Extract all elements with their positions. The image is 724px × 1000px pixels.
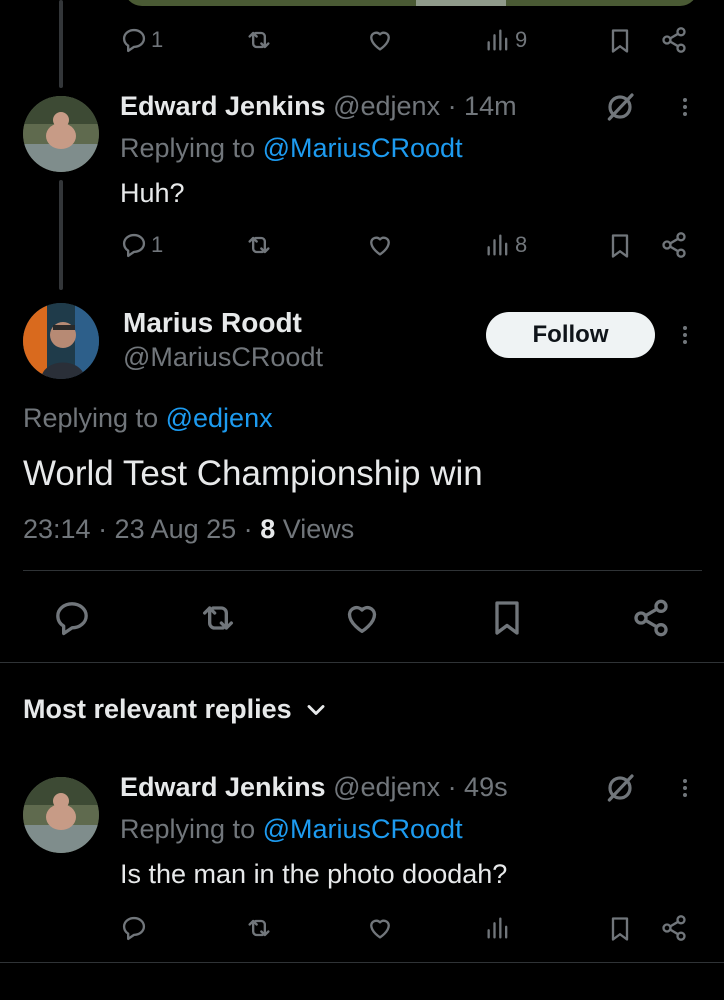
share-button[interactable]	[660, 914, 688, 942]
bookmark-button[interactable]	[606, 914, 634, 944]
retweet-icon	[203, 606, 233, 630]
more-button[interactable]	[683, 323, 687, 347]
grok-icon	[607, 93, 634, 121]
replies-sort-dropdown[interactable]: Most relevant replies	[23, 694, 330, 725]
author-name[interactable]: Edward Jenkins	[120, 772, 326, 802]
share-button[interactable]	[660, 26, 688, 54]
grok-icon	[607, 774, 634, 802]
bookmark-button[interactable]	[606, 231, 634, 261]
like-button[interactable]	[342, 598, 382, 638]
media-image-bottom[interactable]	[124, 0, 698, 6]
replying-to: Replying to @edjenx	[23, 403, 273, 434]
replying-to: Replying to @MariusCRoodt	[120, 133, 463, 164]
replying-to-label: Replying to	[23, 403, 159, 433]
replying-to: Replying to @MariusCRoodt	[120, 814, 463, 845]
retweet-icon	[248, 919, 270, 937]
replies-sort-label: Most relevant replies	[23, 694, 292, 724]
views-icon	[487, 29, 508, 51]
retweet-button[interactable]	[244, 231, 274, 259]
like-button[interactable]	[366, 26, 394, 54]
more-icon	[683, 98, 687, 116]
retweet-icon	[248, 236, 270, 254]
tweet-header: Edward Jenkins @edjenx · 49s	[120, 772, 508, 803]
divider	[23, 570, 702, 571]
bookmark-icon	[611, 234, 629, 258]
more-button[interactable]	[683, 776, 687, 800]
like-icon	[370, 31, 390, 51]
author-handle-time[interactable]: @edjenx · 14m	[333, 91, 517, 121]
retweet-button[interactable]	[244, 26, 274, 54]
avatar[interactable]	[23, 777, 99, 853]
author-name[interactable]: Marius Roodt	[123, 307, 302, 339]
replying-to-handle[interactable]: @MariusCRoodt	[263, 814, 463, 844]
reply-button[interactable]	[120, 914, 148, 942]
views-button[interactable]	[484, 914, 512, 942]
thread-line	[59, 0, 63, 88]
reply-button[interactable]	[52, 598, 92, 638]
like-icon	[370, 919, 390, 939]
like-icon	[370, 236, 390, 256]
tweet-timestamp[interactable]: 23:14 · 23 Aug 25 ·	[23, 514, 260, 544]
views-count: 9	[515, 27, 528, 52]
retweet-button[interactable]	[197, 598, 239, 638]
views-icon	[487, 917, 508, 939]
more-button[interactable]	[683, 95, 687, 119]
bookmark-icon	[495, 601, 519, 635]
reply-button[interactable]: 1	[120, 26, 163, 54]
reply-count: 1	[151, 232, 164, 257]
author-name[interactable]: Edward Jenkins	[120, 91, 326, 121]
views-icon	[487, 234, 508, 256]
more-icon	[683, 326, 687, 344]
reply-icon	[122, 28, 146, 53]
like-button[interactable]	[366, 231, 394, 259]
reply-button[interactable]: 1	[120, 231, 163, 259]
views-count: 8	[515, 232, 528, 257]
bookmark-button[interactable]	[606, 26, 634, 56]
bookmark-icon	[611, 917, 629, 941]
views-button[interactable]: 9	[484, 26, 527, 54]
divider	[0, 962, 724, 963]
share-icon	[634, 599, 668, 637]
follow-button[interactable]: Follow	[486, 312, 655, 358]
retweet-icon	[248, 31, 270, 49]
more-icon	[683, 779, 687, 797]
replying-to-label: Replying to	[120, 133, 256, 163]
grok-button[interactable]	[604, 772, 636, 804]
thread-line	[59, 180, 63, 290]
reply-icon	[122, 233, 146, 258]
replying-to-label: Replying to	[120, 814, 256, 844]
tweet-header: Edward Jenkins @edjenx · 14m	[120, 91, 517, 122]
share-button[interactable]	[631, 598, 671, 638]
avatar[interactable]	[23, 96, 99, 172]
replying-to-handle[interactable]: @MariusCRoodt	[263, 133, 463, 163]
divider	[0, 662, 724, 663]
share-icon	[662, 232, 686, 258]
author-handle-time[interactable]: @edjenx · 49s	[333, 772, 508, 802]
retweet-button[interactable]	[244, 914, 274, 942]
reply-icon	[56, 602, 88, 636]
tweet-meta: 23:14 · 23 Aug 25 · 8 Views	[23, 514, 354, 545]
views-button[interactable]: 8	[484, 231, 527, 259]
like-icon	[347, 605, 377, 633]
reply-count: 1	[151, 27, 164, 52]
replying-to-handle[interactable]: @edjenx	[166, 403, 273, 433]
grok-button[interactable]	[604, 91, 636, 123]
author-handle[interactable]: @MariusCRoodt	[123, 342, 323, 373]
share-icon	[662, 915, 686, 941]
bookmark-button[interactable]	[487, 598, 527, 638]
tweet-text: Huh?	[120, 178, 185, 208]
share-icon	[662, 27, 686, 53]
like-button[interactable]	[366, 914, 394, 942]
views-label: Views	[282, 514, 355, 544]
share-button[interactable]	[660, 231, 688, 259]
avatar[interactable]	[23, 303, 99, 379]
reply-icon	[122, 916, 146, 941]
bookmark-icon	[611, 29, 629, 53]
tweet-text: World Test Championship win	[23, 454, 483, 493]
views-count: 8	[260, 514, 276, 544]
chevron-down-icon	[307, 704, 325, 715]
tweet-text: Is the man in the photo doodah?	[120, 859, 508, 889]
